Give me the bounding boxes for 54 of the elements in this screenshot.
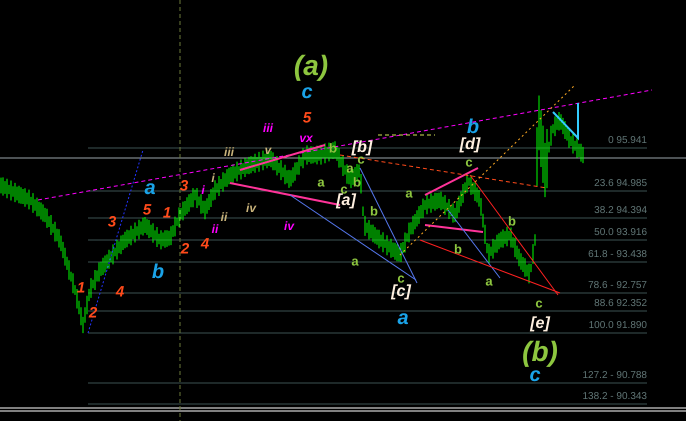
wave-label: [b] (352, 140, 372, 156)
fibonacci-level-label: 38.2 94.394 (594, 206, 647, 216)
wave-label: a (351, 254, 359, 268)
wave-label: a (317, 176, 325, 188)
wave-label: [c] (391, 284, 411, 300)
wave-label: iii (224, 146, 234, 158)
wave-label: [e] (530, 316, 550, 332)
wave-label: 2 (180, 242, 190, 256)
wave-label: 1 (76, 280, 86, 296)
wave-label: v (264, 144, 272, 156)
wave-label: b (454, 242, 462, 256)
fibonacci-level-label: 100.0 91.890 (588, 321, 647, 331)
fibonacci-level-label: 61.8 - 93.438 (588, 250, 647, 260)
wave-label: 1 (162, 206, 172, 220)
wave-label: 3 (180, 178, 188, 194)
wave-label: b (152, 262, 164, 282)
wave-label: ii (220, 211, 228, 223)
wave-label: 5 (142, 202, 152, 218)
wave-label: 4 (200, 236, 210, 252)
wave-label: 2 (88, 306, 98, 320)
fibonacci-level-label: 127.2 - 90.788 (582, 371, 647, 381)
fibonacci-level-label: 50.0 93.916 (594, 228, 647, 238)
wave-label: 5 (302, 110, 312, 126)
wave-label: [d] (460, 137, 480, 153)
wave-label: i (201, 184, 205, 196)
wave-label: i (211, 172, 215, 184)
fibonacci-level-label: 78.6 - 92.757 (588, 281, 647, 291)
wave-label: b (508, 214, 516, 228)
wave-label: 3 (108, 214, 116, 230)
wave-label: b (353, 176, 361, 188)
wave-label: a (485, 274, 493, 288)
wave-label: c (535, 296, 543, 310)
wave-label: [a] (336, 193, 356, 209)
wave-label: (a) (294, 52, 328, 80)
wave-label: a (144, 178, 156, 198)
wave-label: 4 (116, 284, 124, 300)
fibonacci-level-label: 23.6 94.985 (594, 179, 647, 189)
fibonacci-level-label: 138.2 - 90.343 (582, 392, 647, 402)
fibonacci-level-label: 0 95.941 (608, 136, 647, 146)
wave-label: c (301, 82, 313, 102)
wave-label: ii (212, 223, 218, 235)
wave-label: b (466, 117, 480, 137)
wave-label: b (370, 204, 378, 218)
wave-label: a (405, 186, 413, 200)
wave-label: vx (299, 132, 313, 144)
wave-label: c (397, 272, 405, 284)
wave-label: (b) (522, 338, 558, 366)
wave-label: iv (284, 220, 294, 232)
wave-label: iv (246, 202, 256, 214)
wave-label: iii (263, 122, 273, 134)
wave-label: a (397, 308, 409, 328)
fibonacci-level-label: 88.6 92.352 (594, 299, 647, 309)
wave-label: c (465, 156, 473, 168)
wave-label: c (529, 365, 541, 385)
